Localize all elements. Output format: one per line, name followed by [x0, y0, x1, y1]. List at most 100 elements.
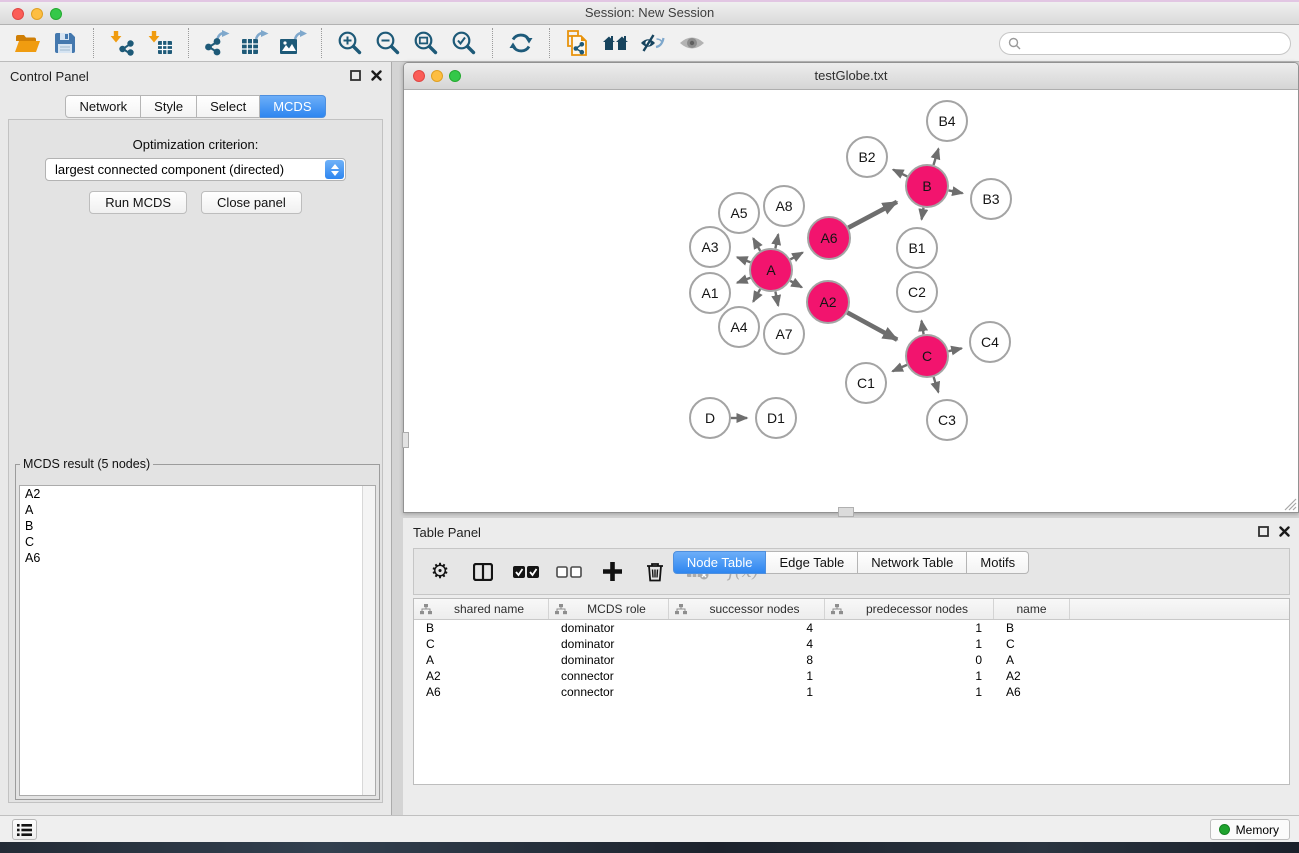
- export-network-icon[interactable]: [201, 27, 233, 59]
- window-resize-grip[interactable]: [1284, 498, 1297, 511]
- minimize-window-icon[interactable]: [31, 8, 43, 20]
- task-history-button[interactable]: [12, 819, 37, 840]
- graph-node-label: B3: [982, 191, 999, 207]
- status-bar: Memory: [0, 815, 1299, 842]
- mcds-result-item[interactable]: A6: [20, 550, 375, 566]
- float-panel-icon[interactable]: [350, 70, 361, 81]
- search-field[interactable]: [999, 32, 1291, 55]
- graph-edge-A-A1[interactable]: [737, 278, 750, 283]
- memory-status-icon: [1219, 824, 1230, 835]
- search-icon: [1008, 37, 1021, 50]
- close-panel-button[interactable]: Close panel: [201, 191, 302, 214]
- control-panel-tabs: NetworkStyleSelectMCDS: [0, 95, 391, 118]
- table-tab-network-table[interactable]: Network Table: [858, 551, 967, 574]
- toolbar-separator: [93, 28, 94, 58]
- network-minimize-icon[interactable]: [431, 70, 443, 82]
- network-close-icon[interactable]: [413, 70, 425, 82]
- table-tab-node-table[interactable]: Node Table: [673, 551, 767, 574]
- graph-node-label: B4: [938, 113, 955, 129]
- graph-node-label: A7: [775, 326, 792, 342]
- mcds-result-item[interactable]: A: [20, 502, 375, 518]
- mcds-result-item[interactable]: B: [20, 518, 375, 534]
- memory-button[interactable]: Memory: [1210, 819, 1290, 840]
- graph-edge-C-C4[interactable]: [949, 348, 962, 351]
- mcds-result-title: MCDS result (5 nodes): [20, 457, 153, 471]
- close-panel-icon[interactable]: [1279, 526, 1290, 537]
- network-canvas[interactable]: B4B2BB3A8A5A6A3B1AC2A1A2A4A7C4CC1DD1C3: [404, 90, 1298, 512]
- graph-edge-B-B2[interactable]: [893, 170, 907, 177]
- tab-network[interactable]: Network: [65, 95, 141, 118]
- network-window-titlebar[interactable]: testGlobe.txt: [404, 63, 1298, 90]
- graph-node-label: A8: [775, 198, 792, 214]
- export-table-icon[interactable]: [239, 27, 271, 59]
- result-list-scrollbar[interactable]: [362, 486, 375, 795]
- zoom-in-icon[interactable]: [334, 27, 366, 59]
- split-divider-grip[interactable]: [402, 432, 409, 448]
- toolbar-separator: [321, 28, 322, 58]
- mcds-result-item[interactable]: A2: [20, 486, 375, 502]
- toolbar-separator: [549, 28, 550, 58]
- graph-edge-A2-C[interactable]: [847, 313, 897, 340]
- close-panel-icon[interactable]: [371, 70, 382, 81]
- graph-node-label: A6: [820, 230, 837, 246]
- graph-node-label: C4: [981, 334, 999, 350]
- tab-select[interactable]: Select: [197, 95, 260, 118]
- main-toolbar: [0, 25, 1299, 62]
- show-all-icon[interactable]: [676, 27, 708, 59]
- mcds-result-item[interactable]: C: [20, 534, 375, 550]
- graph-edge-A6-B[interactable]: [848, 202, 897, 228]
- import-network-icon[interactable]: [106, 27, 138, 59]
- clone-network-icon[interactable]: [562, 27, 594, 59]
- graph-node-label: B: [922, 178, 931, 194]
- mcds-result-list: A2ABCA6: [19, 485, 376, 796]
- graph-edge-B-B1[interactable]: [922, 208, 924, 220]
- graph-edge-A-A6[interactable]: [790, 253, 802, 260]
- save-session-icon[interactable]: [49, 27, 81, 59]
- close-window-icon[interactable]: [12, 8, 24, 20]
- criterion-dropdown[interactable]: largest connected component (directed): [45, 158, 346, 181]
- graph-edge-A-A4[interactable]: [753, 289, 760, 302]
- dropdown-stepper-icon: [325, 160, 344, 179]
- graph-edge-A-A2[interactable]: [790, 281, 802, 288]
- export-image-icon[interactable]: [277, 27, 309, 59]
- graph-node-label: C: [922, 348, 932, 364]
- tab-style[interactable]: Style: [141, 95, 197, 118]
- tab-mcds[interactable]: MCDS: [260, 95, 325, 118]
- table-tab-motifs[interactable]: Motifs: [967, 551, 1029, 574]
- table-tab-edge-table[interactable]: Edge Table: [766, 551, 858, 574]
- graph-edge-B-B3[interactable]: [949, 190, 963, 193]
- graph-node-label: A2: [819, 294, 836, 310]
- network-zoom-icon[interactable]: [449, 70, 461, 82]
- float-panel-icon[interactable]: [1258, 526, 1269, 537]
- graph-edge-C-C1[interactable]: [893, 365, 907, 371]
- apply-layout-icon[interactable]: [505, 27, 537, 59]
- graph-edge-A-A7[interactable]: [775, 292, 778, 306]
- table-panel-title: Table Panel: [413, 525, 481, 540]
- zoom-window-icon[interactable]: [50, 8, 62, 20]
- hide-selected-icon[interactable]: [638, 27, 670, 59]
- graph-edge-A-A8[interactable]: [775, 234, 778, 248]
- zoom-selected-icon[interactable]: [448, 27, 480, 59]
- toolbar-separator: [188, 28, 189, 58]
- mcds-result-group: MCDS result (5 nodes) A2ABCA6: [15, 457, 380, 800]
- run-mcds-button[interactable]: Run MCDS: [89, 191, 187, 214]
- open-file-icon[interactable]: [11, 27, 43, 59]
- graph-edge-A-A5[interactable]: [753, 238, 760, 251]
- criterion-dropdown-value: largest connected component (directed): [55, 162, 284, 177]
- zoom-out-icon[interactable]: [372, 27, 404, 59]
- memory-label: Memory: [1236, 823, 1279, 837]
- toolbar-separator: [492, 28, 493, 58]
- app-titlebar: Session: New Session: [0, 0, 1299, 25]
- graph-edge-C-C2[interactable]: [922, 321, 924, 335]
- graph-edge-A-A3[interactable]: [737, 257, 750, 262]
- horizontal-divider-grip[interactable]: [838, 507, 854, 517]
- first-neighbors-icon[interactable]: [600, 27, 632, 59]
- import-table-icon[interactable]: [144, 27, 176, 59]
- desktop-background: [0, 842, 1299, 853]
- graph-edge-C-C3[interactable]: [934, 377, 939, 392]
- graph-node-label: A3: [701, 239, 718, 255]
- graph-edge-B-B4[interactable]: [934, 149, 939, 165]
- control-panel: Control Panel NetworkStyleSelectMCDS Opt…: [0, 62, 392, 815]
- zoom-fit-icon[interactable]: [410, 27, 442, 59]
- search-input[interactable]: [1026, 36, 1282, 51]
